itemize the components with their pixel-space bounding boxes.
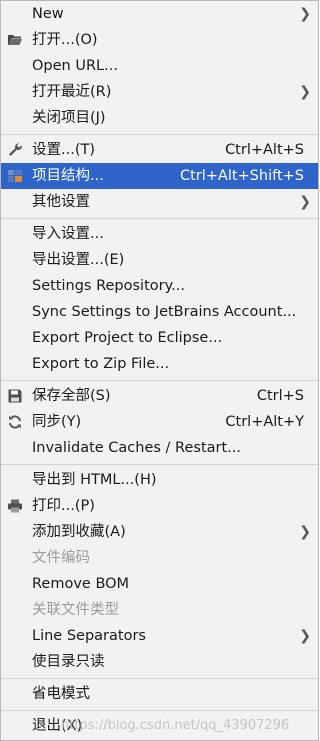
menu-item-label: Invalidate Caches / Restart... <box>32 440 241 456</box>
menu-item-label: Open URL... <box>32 58 118 74</box>
menu-item-file-encoding: 文件编码 <box>1 545 318 571</box>
shortcut-label: Ctrl+Alt+Shift+S <box>179 168 304 184</box>
menu-item-invalidate-caches[interactable]: Invalidate Caches / Restart... <box>1 435 318 461</box>
folder-icon <box>7 32 23 48</box>
chevron-right-icon: ❯ <box>299 84 311 100</box>
menu-item-label: Remove BOM <box>32 576 130 592</box>
menu-item-label: 关闭项目(J) <box>32 110 106 126</box>
menu-item-project-structure[interactable]: 项目结构... Ctrl+Alt+Shift+S <box>1 163 318 189</box>
menu-separator <box>1 380 318 381</box>
menu-item-label: 导入设置... <box>32 226 104 242</box>
menu-item-sync[interactable]: 同步(Y) Ctrl+Alt+Y <box>1 409 318 435</box>
menu-item-label: Sync Settings to JetBrains Account... <box>32 304 297 320</box>
menu-item-other-settings[interactable]: 其他设置 ❯ <box>1 189 318 215</box>
menu-item-label: 其他设置 <box>32 194 90 210</box>
menu-item-label: Export Project to Eclipse... <box>32 330 223 346</box>
menu-item-label: 设置...(T) <box>32 142 95 158</box>
menu-item-label: 项目结构... <box>32 168 104 184</box>
menu-item-export-html[interactable]: 导出到 HTML...(H) <box>1 467 318 493</box>
menu-item-make-readonly[interactable]: 使目录只读 <box>1 649 318 675</box>
menu-item-label: Line Separators <box>32 628 146 644</box>
menu-item-label: 使目录只读 <box>32 654 105 670</box>
menu-item-settings[interactable]: 设置...(T) Ctrl+Alt+S <box>1 137 318 163</box>
menu-item-label: 导出到 HTML...(H) <box>32 472 157 488</box>
menu-item-label: 省电模式 <box>32 686 90 702</box>
menu-item-open-recent[interactable]: 打开最近(R) ❯ <box>1 79 318 105</box>
menu-item-remove-bom[interactable]: Remove BOM <box>1 571 318 597</box>
menu-separator <box>1 464 318 465</box>
menu-item-label: 同步(Y) <box>32 414 82 430</box>
menu-item-label: Export to Zip File... <box>32 356 170 372</box>
menu-item-export-settings[interactable]: 导出设置...(E) <box>1 247 318 273</box>
menu-item-associate-file-type: 关联文件类型 <box>1 597 318 623</box>
menu-item-save-all[interactable]: 保存全部(S) Ctrl+S <box>1 383 318 409</box>
sync-icon <box>7 414 23 430</box>
shortcut-label: Ctrl+S <box>256 388 304 404</box>
menu-item-open-url[interactable]: Open URL... <box>1 53 318 79</box>
wrench-icon <box>7 142 23 158</box>
menu-separator <box>1 710 318 711</box>
menu-item-exit[interactable]: 退出(X) <box>1 713 318 739</box>
menu-separator <box>1 678 318 679</box>
menu-item-close-project[interactable]: 关闭项目(J) <box>1 105 318 131</box>
menu-item-label: 打开最近(R) <box>32 84 112 100</box>
menu-item-label: Settings Repository... <box>32 278 185 294</box>
menu-item-line-separators[interactable]: Line Separators ❯ <box>1 623 318 649</box>
menu-item-import-settings[interactable]: 导入设置... <box>1 221 318 247</box>
menu-item-print[interactable]: 打印...(P) <box>1 493 318 519</box>
chevron-right-icon: ❯ <box>299 6 311 22</box>
menu-item-settings-repository[interactable]: Settings Repository... <box>1 273 318 299</box>
menu-item-new[interactable]: New ❯ <box>1 1 318 27</box>
chevron-right-icon: ❯ <box>299 194 311 210</box>
file-menu: New ❯ 打开...(O) Open URL... 打开最近(R) ❯ 关闭项… <box>0 0 319 741</box>
menu-item-label: 添加到收藏(A) <box>32 524 126 540</box>
menu-item-label: 保存全部(S) <box>32 388 111 404</box>
printer-icon <box>7 498 23 514</box>
menu-item-add-favorites[interactable]: 添加到收藏(A) ❯ <box>1 519 318 545</box>
menu-item-open[interactable]: 打开...(O) <box>1 27 318 53</box>
menu-item-export-zip[interactable]: Export to Zip File... <box>1 351 318 377</box>
menu-item-label: 打开...(O) <box>32 32 98 48</box>
shortcut-label: Ctrl+Alt+S <box>225 142 304 158</box>
menu-item-label: 关联文件类型 <box>32 602 119 618</box>
chevron-right-icon: ❯ <box>299 628 311 644</box>
menu-item-sync-settings[interactable]: Sync Settings to JetBrains Account... <box>1 299 318 325</box>
menu-item-label: New <box>32 6 64 22</box>
project-structure-icon <box>7 168 23 184</box>
menu-item-export-eclipse[interactable]: Export Project to Eclipse... <box>1 325 318 351</box>
menu-item-label: 导出设置...(E) <box>32 252 125 268</box>
chevron-right-icon: ❯ <box>299 524 311 540</box>
floppy-disk-icon <box>7 388 23 404</box>
shortcut-label: Ctrl+Alt+Y <box>225 414 304 430</box>
menu-item-label: 退出(X) <box>32 718 83 734</box>
menu-item-label: 打印...(P) <box>32 498 95 514</box>
menu-item-power-save[interactable]: 省电模式 <box>1 681 318 707</box>
menu-item-label: 文件编码 <box>32 550 90 566</box>
menu-separator <box>1 134 318 135</box>
menu-separator <box>1 218 318 219</box>
